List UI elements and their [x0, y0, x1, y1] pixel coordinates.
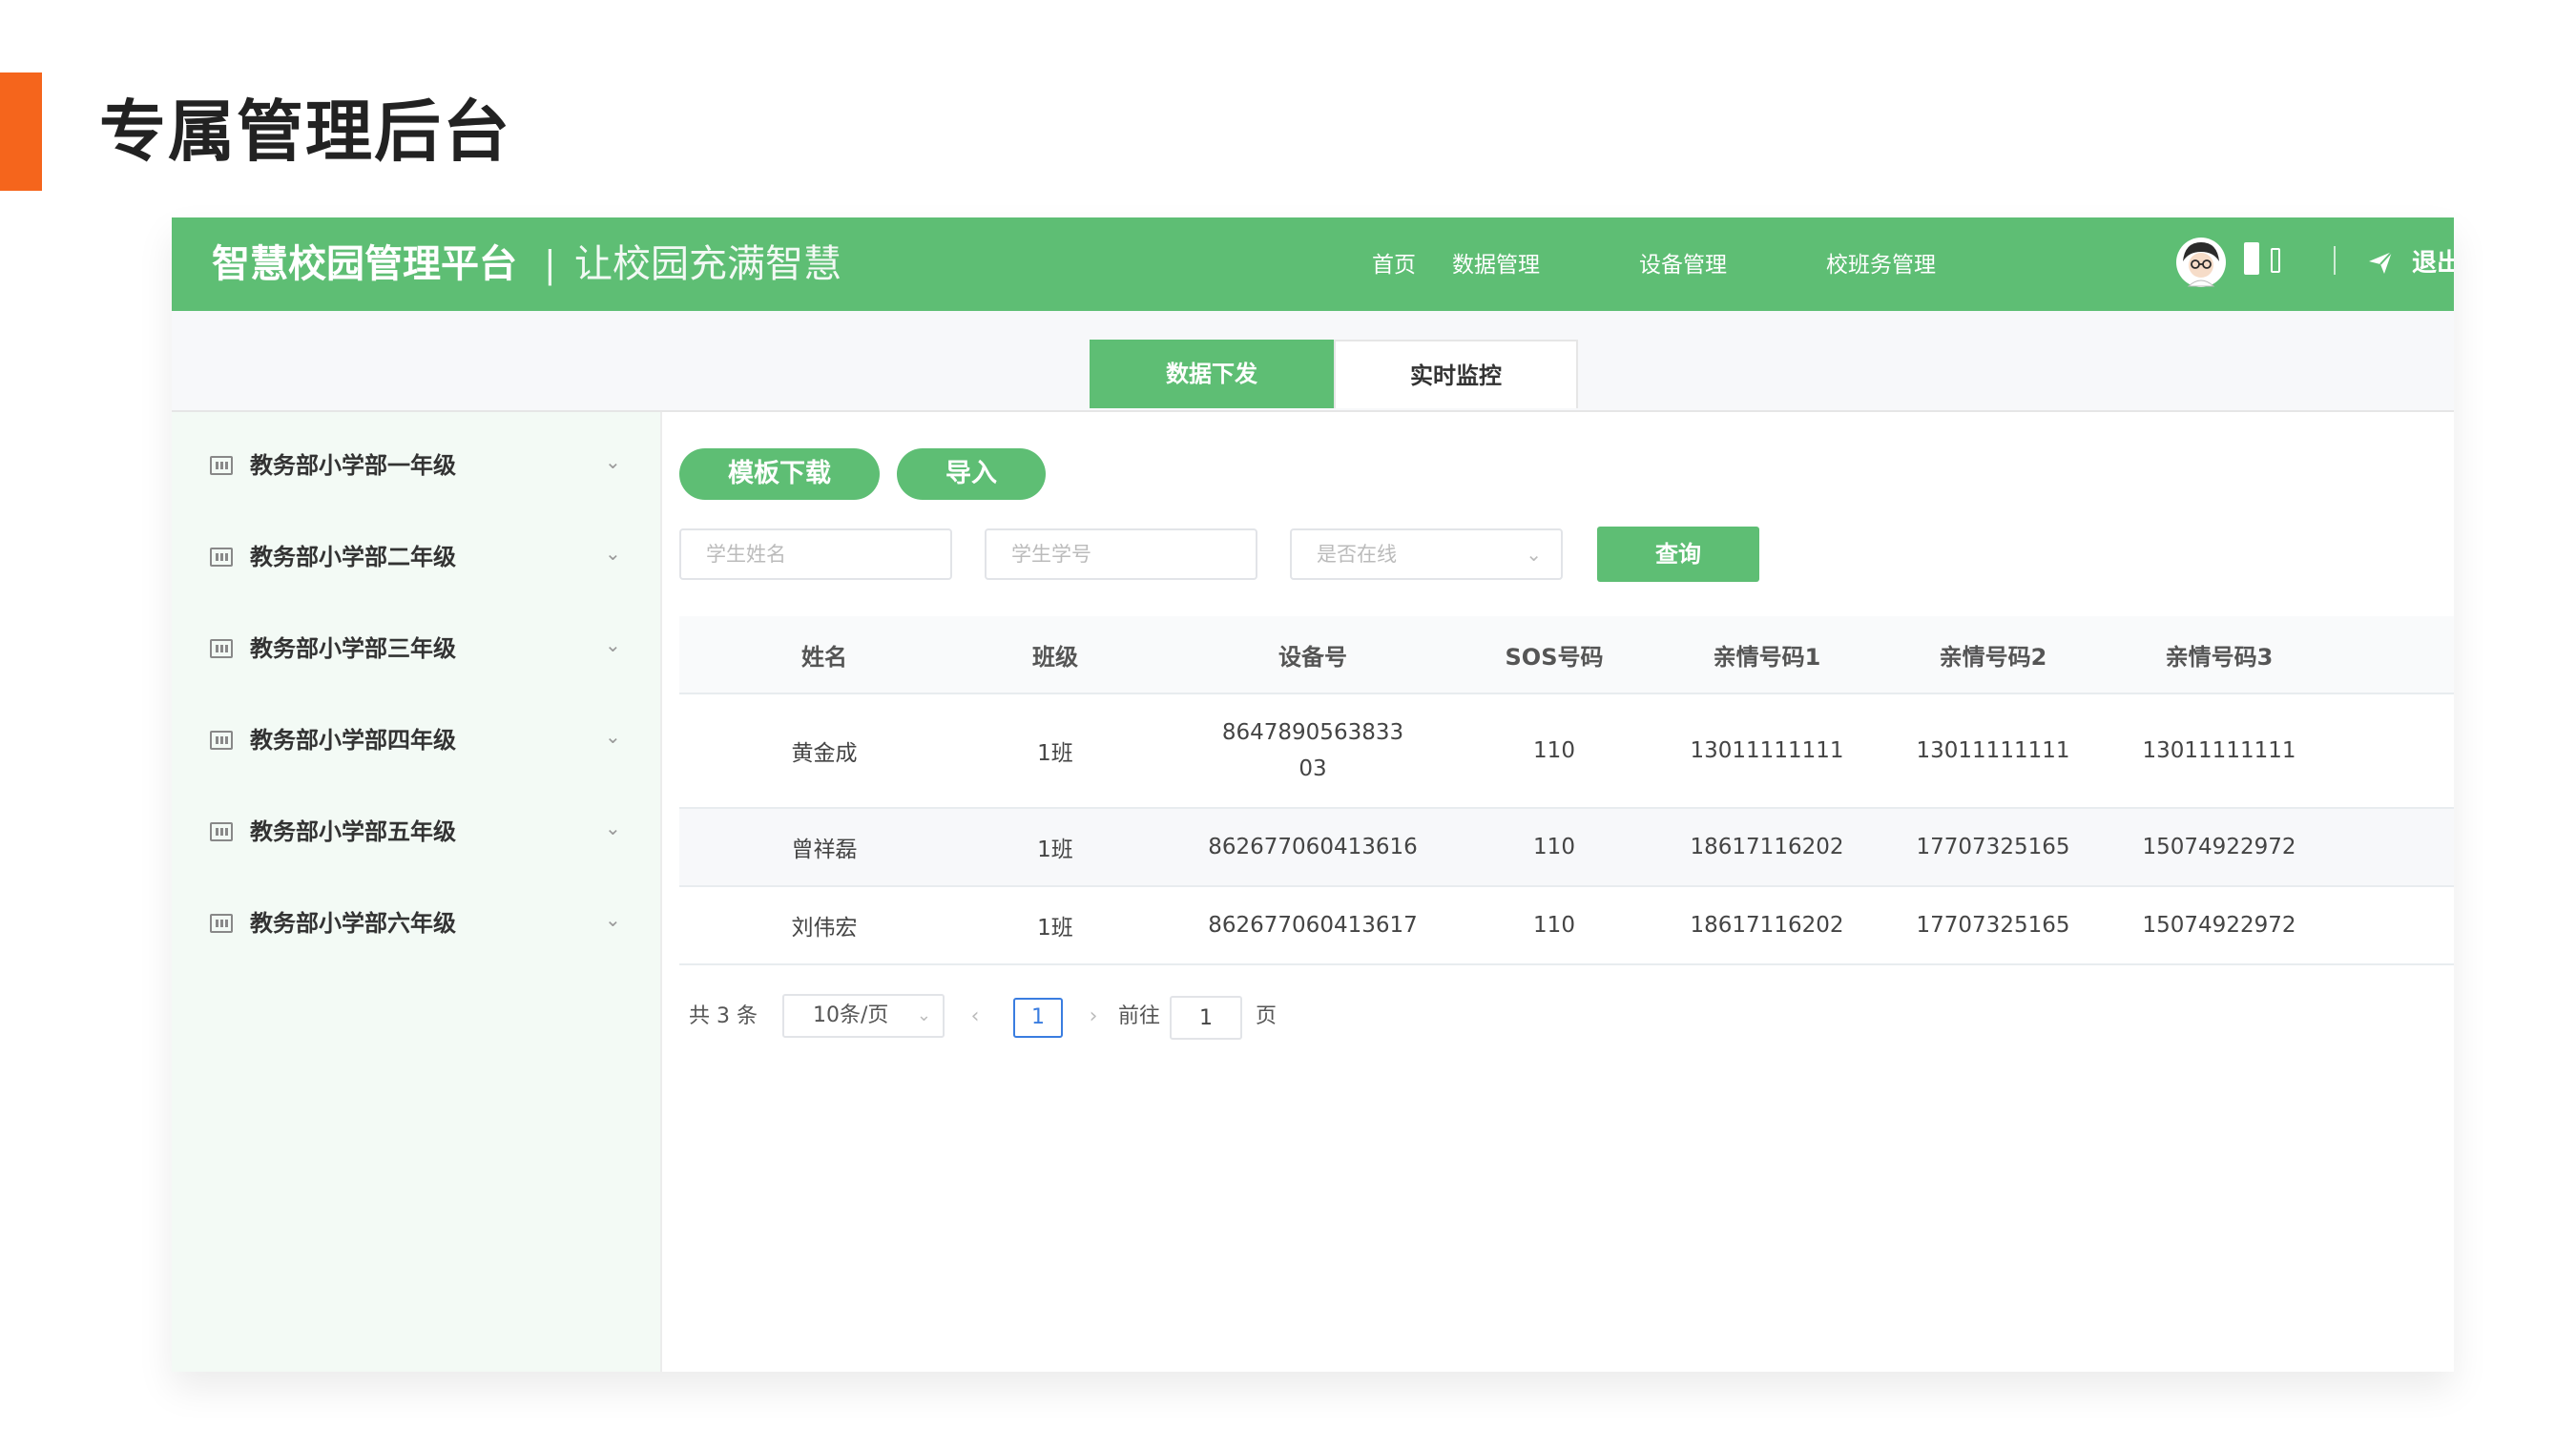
table-cell: 15074922972: [2142, 913, 2296, 938]
tab-data-dispatch[interactable]: 数据下发: [1090, 340, 1334, 408]
brand-name: 智慧校园管理平台: [212, 242, 517, 286]
brand-separator: |: [544, 243, 556, 285]
chevron-down-icon: ⌄: [916, 1005, 931, 1025]
sidebar: 教务部小学部一年级 ⌄ 教务部小学部二年级 ⌄ 教务部小学部三年级 ⌄ 教务部小…: [172, 412, 662, 1372]
chevron-down-icon: ⌄: [605, 450, 621, 473]
header-divider: [2334, 246, 2336, 275]
column-header: 姓名: [801, 643, 847, 671]
sidebar-item-grade-3[interactable]: 教务部小学部三年级 ⌄: [172, 603, 660, 694]
user-name-block[interactable]: [2244, 242, 2259, 275]
grid-icon: [210, 548, 233, 567]
sidebar-item-label: 教务部小学部二年级: [250, 544, 456, 570]
column-header: 亲情号码2: [1939, 643, 2047, 671]
sidebar-item-grade-5[interactable]: 教务部小学部五年级 ⌄: [172, 786, 660, 878]
table-cell: 18617116202: [1690, 835, 1844, 859]
table-cell: 13011111111: [1690, 738, 1844, 763]
chevron-right-icon[interactable]: ›: [1074, 994, 1112, 1040]
goto-label: 前往: [1118, 1004, 1161, 1028]
query-button[interactable]: 查询: [1597, 527, 1759, 582]
pagination-total: 共 3 条: [689, 1004, 758, 1028]
table-cell: 1班: [1037, 916, 1073, 941]
table-cell: 15074922972: [2142, 835, 2296, 859]
sidebar-item-label: 教务部小学部四年级: [250, 727, 456, 754]
table-cell: 864789056383303: [1170, 694, 1456, 807]
device-number: 864789056383303: [1221, 720, 1404, 781]
table-cell: 13011111111: [1916, 738, 2070, 763]
nav-class-affairs-management[interactable]: 校班务管理: [1826, 250, 1936, 280]
nav-home[interactable]: 首页: [1372, 250, 1416, 280]
logout-button[interactable]: 退出: [2412, 246, 2454, 280]
table-cell: 1班: [1037, 741, 1073, 766]
sidebar-item-label: 教务部小学部五年级: [250, 818, 456, 845]
nav-data-management[interactable]: 数据管理: [1452, 250, 1540, 280]
tab-realtime-monitor[interactable]: 实时监控: [1334, 340, 1578, 408]
column-header: 设备号: [1278, 643, 1347, 671]
grid-icon: [210, 456, 233, 475]
table-cell: 110: [1533, 835, 1575, 859]
page-size-value: 10条/页: [813, 1003, 889, 1027]
chevron-left-icon[interactable]: ‹: [956, 994, 994, 1040]
online-status-placeholder: 是否在线: [1317, 543, 1397, 566]
sidebar-item-label: 教务部小学部六年级: [250, 910, 456, 937]
table-cell: 17707325165: [1916, 835, 2070, 859]
chevron-down-icon: ⌄: [605, 725, 621, 748]
sidebar-item-label: 教务部小学部三年级: [250, 635, 456, 662]
grid-icon: [210, 639, 233, 658]
column-header: 亲情号码1: [1713, 643, 1821, 671]
table-row[interactable]: 曾祥磊 1班 862677060413616 110 18617116202 1…: [679, 809, 2454, 887]
table-row[interactable]: 刘伟宏 1班 862677060413617 110 18617116202 1…: [679, 887, 2454, 965]
chevron-down-icon: ⌄: [605, 542, 621, 565]
avatar[interactable]: [2175, 237, 2227, 288]
page-size-select[interactable]: 10条/页 ⌄: [782, 994, 945, 1038]
slide-accent-bar: [0, 72, 42, 191]
column-header: 亲情号码3: [2165, 643, 2274, 671]
chevron-down-icon: ⌄: [605, 817, 621, 839]
table-cell: 862677060413616: [1208, 835, 1418, 859]
table-cell: 刘伟宏: [791, 916, 858, 941]
page-number-current[interactable]: 1: [1013, 998, 1063, 1038]
main-content: 模板下载 导入 是否在线 ⌄ 查询 姓名 班级 设备号 SOS号码 亲情号码1 …: [679, 412, 2454, 1372]
user-status-icon: [2271, 248, 2280, 273]
table-cell: 18617116202: [1690, 913, 1844, 938]
table-cell: 1班: [1037, 838, 1073, 862]
sidebar-item-grade-1[interactable]: 教务部小学部一年级 ⌄: [172, 420, 660, 511]
app-window: 智慧校园管理平台 | 让校园充满智慧 首页 数据管理 设备管理 校班务管理 退出…: [172, 217, 2454, 1372]
tab-strip: 数据下发 实时监控: [172, 311, 2454, 412]
goto-page-input[interactable]: [1170, 996, 1242, 1040]
table-cell: 110: [1533, 738, 1575, 763]
chevron-down-icon: ⌄: [1526, 543, 1542, 566]
send-icon[interactable]: [2366, 248, 2395, 277]
table-cell: 862677060413617: [1208, 913, 1418, 938]
table-cell: 黄金成: [791, 741, 858, 766]
online-status-select[interactable]: 是否在线 ⌄: [1290, 528, 1563, 580]
nav-device-management[interactable]: 设备管理: [1639, 250, 1727, 280]
table-cell: 13011111111: [2142, 738, 2296, 763]
column-header: 班级: [1032, 643, 1078, 671]
column-header: SOS号码: [1505, 643, 1604, 671]
grid-icon: [210, 731, 233, 750]
brand-slogan: 让校园充满智慧: [574, 242, 841, 286]
import-button[interactable]: 导入: [897, 448, 1046, 500]
template-download-button[interactable]: 模板下载: [679, 448, 880, 500]
page-suffix-label: 页: [1256, 1004, 1278, 1028]
chevron-down-icon: ⌄: [605, 908, 621, 931]
grid-icon: [210, 822, 233, 841]
sidebar-item-grade-2[interactable]: 教务部小学部二年级 ⌄: [172, 511, 660, 603]
student-name-input[interactable]: [679, 528, 952, 580]
grid-icon: [210, 914, 233, 933]
table-cell: 110: [1533, 913, 1575, 938]
sidebar-item-grade-6[interactable]: 教务部小学部六年级 ⌄: [172, 878, 660, 969]
table-header: 姓名 班级 设备号 SOS号码 亲情号码1 亲情号码2 亲情号码3: [679, 616, 2454, 694]
student-number-input[interactable]: [985, 528, 1257, 580]
pagination: 共 3 条 10条/页 ⌄ ‹ 1 › 前往 页: [679, 994, 1633, 1040]
sidebar-item-label: 教务部小学部一年级: [250, 452, 456, 479]
top-navigation-bar: 智慧校园管理平台 | 让校园充满智慧 首页 数据管理 设备管理 校班务管理 退出: [172, 217, 2454, 311]
table-row[interactable]: 黄金成 1班 864789056383303 110 13011111111 1…: [679, 694, 2454, 809]
slide-title: 专属管理后台: [99, 93, 511, 171]
table-cell: 曾祥磊: [791, 838, 858, 862]
table-cell: 17707325165: [1916, 913, 2070, 938]
chevron-down-icon: ⌄: [605, 633, 621, 656]
sidebar-item-grade-4[interactable]: 教务部小学部四年级 ⌄: [172, 694, 660, 786]
